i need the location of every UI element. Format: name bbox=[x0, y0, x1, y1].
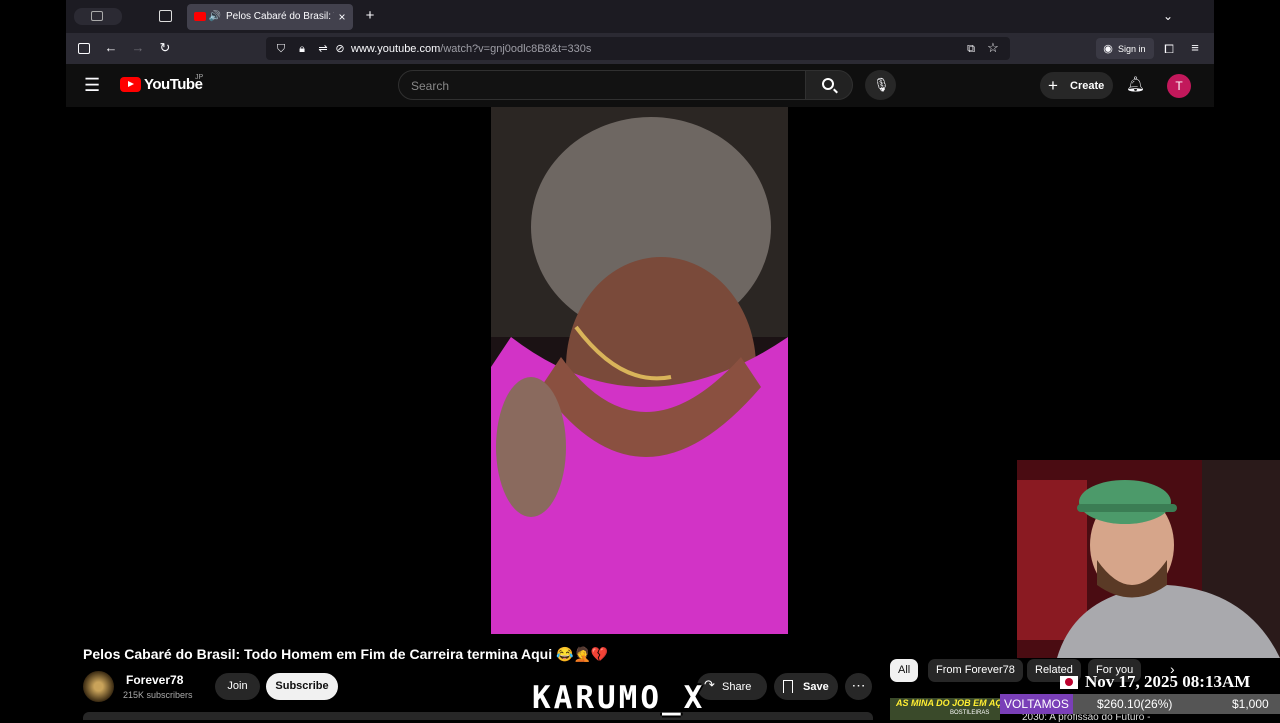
hamburger-menu-icon[interactable]: ☰ bbox=[84, 76, 100, 94]
thumbnail-text: AS MINA DO JOB EM AÇ bbox=[896, 698, 1000, 708]
url-host: www.youtube.com bbox=[351, 43, 441, 55]
lock-icon[interactable]: 🔒︎ bbox=[294, 41, 310, 57]
create-label: Create bbox=[1070, 80, 1105, 92]
save-bookmark-icon bbox=[783, 680, 793, 693]
microphone-icon: 🎙︎ bbox=[873, 77, 890, 92]
webcam-frame bbox=[1017, 460, 1280, 658]
japan-flag-circle bbox=[1065, 678, 1073, 686]
save-label: Save bbox=[803, 681, 829, 693]
sign-in-label: Sign in bbox=[1118, 44, 1146, 54]
youtube-logo-play-icon bbox=[128, 81, 134, 87]
region-code: JP bbox=[195, 74, 204, 81]
more-actions-button[interactable]: ⋯ bbox=[845, 673, 872, 700]
stream-datetime: Nov 17, 2025 08:13AM bbox=[1085, 672, 1251, 691]
forward-icon: → bbox=[131, 40, 145, 55]
tracking-shield-icon[interactable]: ⛉ bbox=[273, 41, 289, 57]
back-icon[interactable]: ← bbox=[103, 40, 119, 56]
video-frame bbox=[491, 107, 788, 634]
subscribe-button[interactable]: Subscribe bbox=[266, 673, 338, 700]
url-text[interactable]: www.youtube.com/watch?v=gnj0odlc8B8&t=33… bbox=[351, 43, 591, 55]
autoplay-blocked-icon[interactable]: ⊘ bbox=[332, 41, 348, 57]
subscriber-count: 215K subscribers bbox=[123, 690, 193, 700]
ticker-goal: $1,000 bbox=[1232, 697, 1269, 711]
picture-in-picture-icon[interactable]: ⧉ bbox=[963, 41, 979, 57]
tab-title: Pelos Cabaré do Brasil: Todo Homem em Fi… bbox=[226, 11, 334, 22]
description-box[interactable] bbox=[83, 712, 873, 720]
new-tab-icon[interactable]: + bbox=[362, 8, 378, 24]
video-player[interactable] bbox=[491, 107, 788, 634]
tab-overview-icon[interactable] bbox=[159, 10, 172, 22]
notifications-bell-icon[interactable]: 🔔︎ bbox=[1126, 77, 1145, 93]
youtube-favicon-icon bbox=[194, 12, 206, 21]
menu-icon[interactable]: ≡ bbox=[1187, 40, 1203, 56]
search-placeholder: Search bbox=[411, 79, 450, 93]
recommended-thumbnail[interactable]: AS MINA DO JOB EM AÇ BOSTILEIRAS bbox=[890, 698, 1000, 720]
reload-icon[interactable]: ↻ bbox=[157, 40, 173, 56]
extensions-icon[interactable]: ⧠ bbox=[1161, 41, 1177, 57]
chip-all[interactable]: All bbox=[890, 659, 919, 682]
url-path: /watch?v=gnj0odlc8B8&t=330s bbox=[440, 43, 592, 55]
plus-icon: + bbox=[1048, 76, 1058, 95]
audio-playing-icon[interactable]: 🔊 bbox=[207, 9, 223, 25]
ticker-label: VOLTAMOS bbox=[1000, 694, 1073, 714]
youtube-logo-text[interactable]: YouTube bbox=[144, 76, 203, 93]
channel-name[interactable]: Forever78 bbox=[126, 673, 183, 687]
tab-list-chevron-icon[interactable]: ⌄ bbox=[1160, 8, 1176, 24]
share-label: Share bbox=[722, 681, 752, 693]
close-tab-icon[interactable]: × bbox=[334, 9, 350, 25]
collections-icon[interactable] bbox=[91, 11, 103, 21]
avatar[interactable]: T bbox=[1167, 74, 1191, 98]
watermark-text: KARUMO_X bbox=[532, 680, 706, 716]
channel-avatar[interactable] bbox=[83, 671, 114, 702]
bookmark-star-icon[interactable]: ☆ bbox=[985, 40, 1001, 56]
video-title: Pelos Cabaré do Brasil: Todo Homem em Fi… bbox=[83, 646, 609, 662]
search-input[interactable] bbox=[398, 70, 806, 100]
search-icon bbox=[822, 78, 834, 90]
ticker-value: $260.10(26%) bbox=[1097, 697, 1173, 711]
join-button[interactable]: Join bbox=[215, 673, 260, 700]
streamer-webcam bbox=[1017, 460, 1280, 658]
thumbnail-subtext: BOSTILEIRAS bbox=[950, 710, 990, 716]
sidebar-icon[interactable] bbox=[78, 43, 90, 54]
account-icon: ◉ bbox=[1103, 43, 1113, 55]
share-icon: ↷ bbox=[704, 677, 715, 692]
chip-from-channel[interactable]: From Forever78 bbox=[928, 659, 1023, 682]
permissions-icon[interactable]: ⇌ bbox=[315, 41, 331, 57]
